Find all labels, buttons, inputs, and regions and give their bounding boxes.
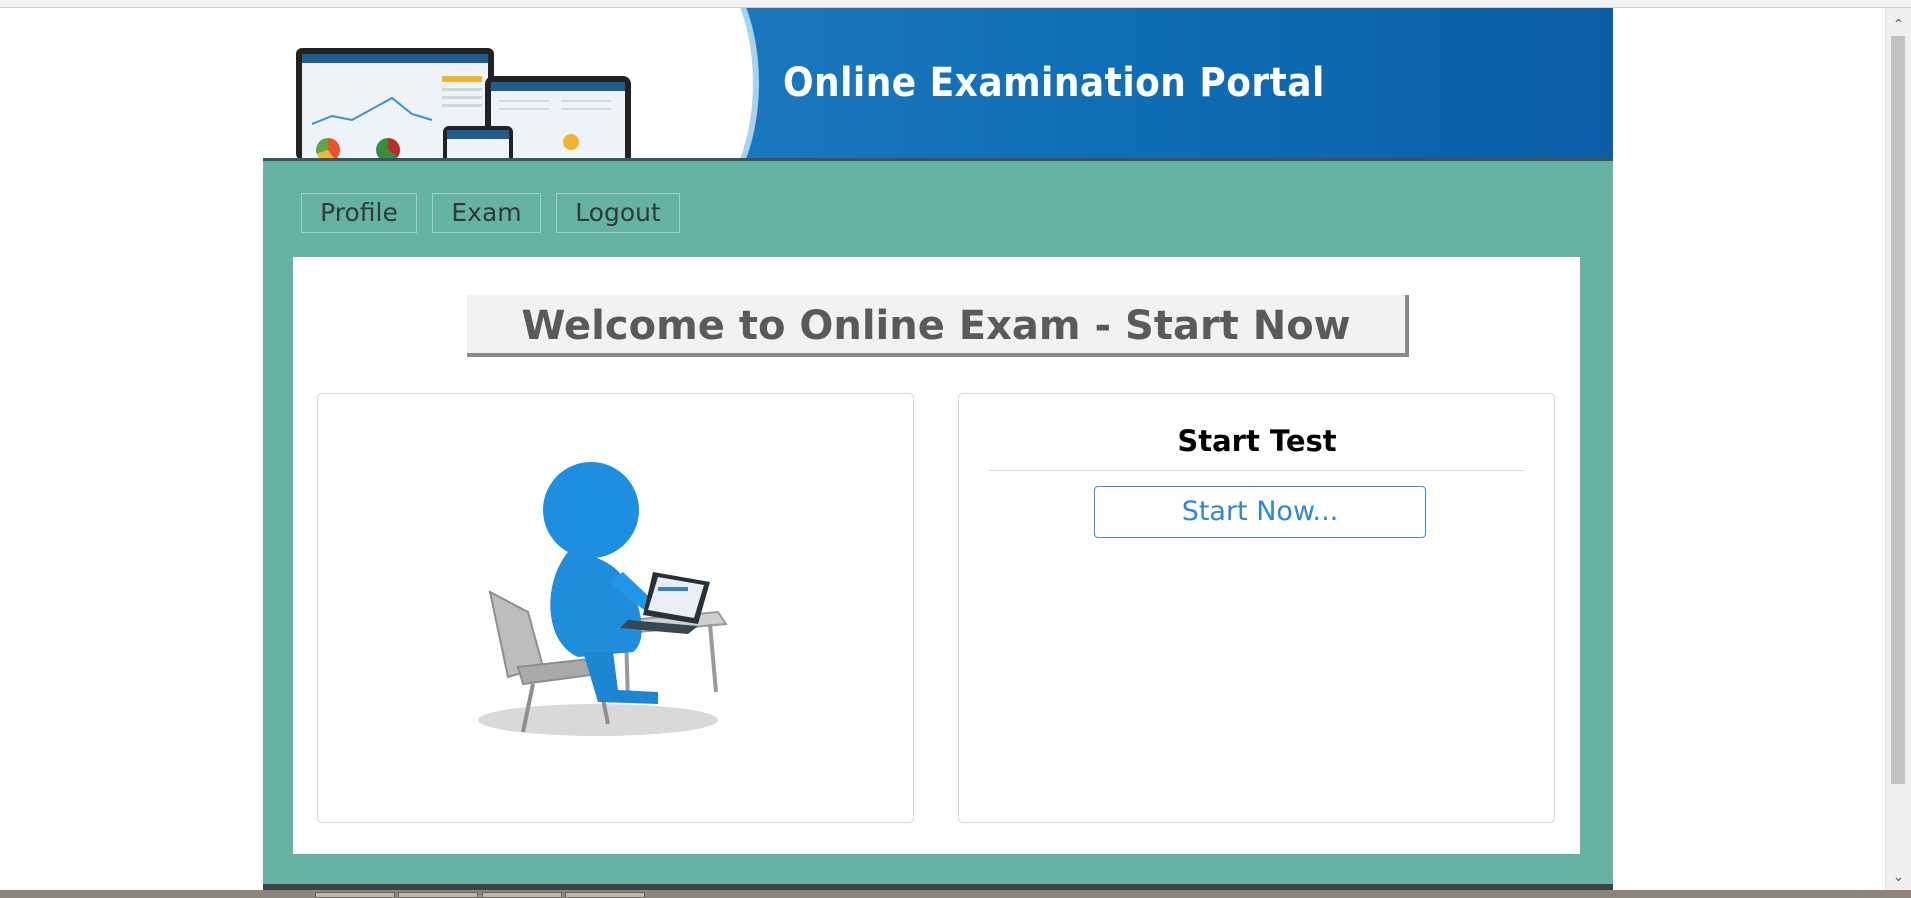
panel-divider xyxy=(989,470,1525,471)
start-now-button[interactable]: Start Now... xyxy=(1094,486,1426,538)
main-content: Welcome to Online Exam - Start Now Start… xyxy=(293,257,1580,854)
vertical-scrollbar[interactable]: ⌃ ⌄ xyxy=(1885,8,1911,890)
nav-exam-button[interactable]: Exam xyxy=(432,193,541,233)
nav-logout-button[interactable]: Logout xyxy=(556,193,680,233)
chevron-down-icon[interactable]: ⌄ xyxy=(1886,864,1911,890)
start-test-title: Start Test xyxy=(1177,424,1337,458)
taskbar-button[interactable] xyxy=(398,892,478,898)
taskbar xyxy=(0,890,1911,898)
nav-profile-button[interactable]: Profile xyxy=(301,193,417,233)
chevron-up-icon[interactable]: ⌃ xyxy=(1886,12,1911,38)
illustration-panel xyxy=(317,393,914,823)
phone-illustration xyxy=(443,126,513,158)
header-banner: Online Examination Portal xyxy=(263,8,1613,161)
browser-top-strip xyxy=(0,0,1911,8)
welcome-heading: Welcome to Online Exam - Start Now xyxy=(467,295,1409,357)
page-wrapper: Online Examination Portal Profile Exam L… xyxy=(263,8,1613,890)
person-at-laptop-illustration xyxy=(478,462,728,736)
taskbar-button[interactable] xyxy=(482,892,562,898)
taskbar-button[interactable] xyxy=(565,892,645,898)
portal-title: Online Examination Portal xyxy=(783,60,1325,106)
taskbar-button[interactable] xyxy=(315,892,395,898)
scrollbar-thumb[interactable] xyxy=(1891,36,1905,784)
start-test-panel: Start Test Start Now... xyxy=(958,393,1555,823)
